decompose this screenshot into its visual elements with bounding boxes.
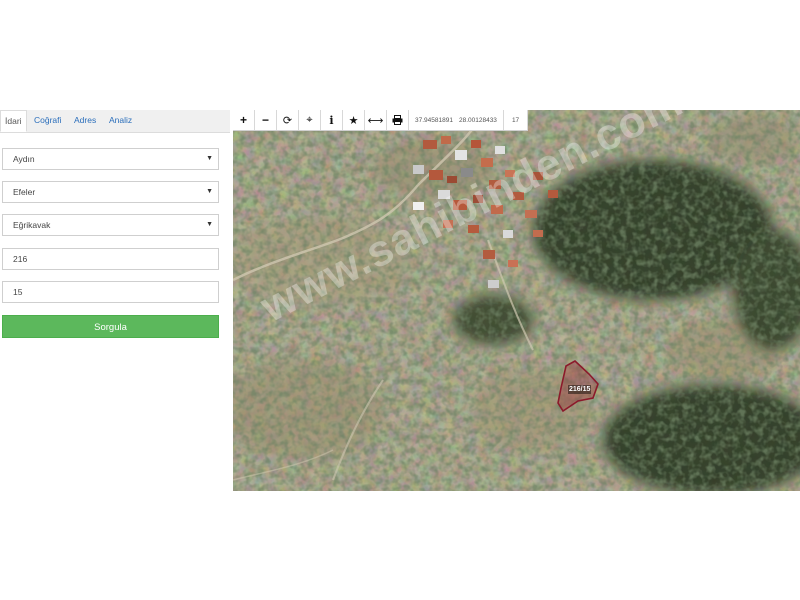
query-tabs: İdari Coğrafi Adres Analiz [0, 110, 230, 133]
tab-adres[interactable]: Adres [74, 110, 96, 132]
coordinate-readout: 37.94581891 28.00128433 [409, 110, 504, 130]
print-icon[interactable] [387, 110, 409, 130]
tab-idari[interactable]: İdari [0, 110, 27, 132]
province-select[interactable]: Aydın ▼ [2, 148, 219, 170]
block-number-input[interactable]: 216 [2, 248, 219, 270]
province-select-value: Aydın [13, 154, 35, 164]
chevron-down-icon: ▼ [206, 188, 213, 195]
parcel-number-input[interactable]: 15 [2, 281, 219, 303]
measure-icon[interactable]: ⟷ [365, 110, 387, 130]
chevron-down-icon: ▼ [206, 155, 213, 162]
district-select-value: Efeler [13, 187, 36, 197]
zoom-in-icon[interactable]: + [233, 110, 255, 130]
tab-analiz[interactable]: Analiz [109, 110, 132, 132]
neighborhood-select-value: Eğrikavak [13, 220, 51, 230]
map-toolbar: + − ⟳ ⌖ i ★ ⟷ 37.94581891 28.00128433 17 [233, 110, 529, 131]
neighborhood-select[interactable]: Eğrikavak ▼ [2, 214, 219, 236]
info-icon[interactable]: i [321, 110, 343, 130]
latitude-value: 37.94581891 [415, 116, 453, 124]
favorite-star-icon[interactable]: ★ [343, 110, 365, 130]
locate-icon[interactable]: ⌖ [299, 110, 321, 130]
parcel-label: 216/15 [568, 385, 592, 394]
refresh-icon[interactable]: ⟳ [277, 110, 299, 130]
parcel-number-value: 15 [13, 287, 23, 297]
longitude-value: 28.00128433 [458, 116, 497, 124]
satellite-map[interactable]: 216/15 [233, 110, 800, 491]
satellite-imagery [233, 110, 800, 491]
tab-cografi[interactable]: Coğrafi [34, 110, 61, 132]
query-button[interactable]: Sorgula [2, 315, 219, 338]
district-select[interactable]: Efeler ▼ [2, 181, 219, 203]
chevron-down-icon: ▼ [206, 221, 213, 228]
query-panel: İdari Coğrafi Adres Analiz Aydın ▼ Efele… [0, 110, 230, 350]
zoom-out-icon[interactable]: − [255, 110, 277, 130]
zoom-level: 17 [504, 110, 529, 130]
block-number-value: 216 [13, 254, 28, 264]
